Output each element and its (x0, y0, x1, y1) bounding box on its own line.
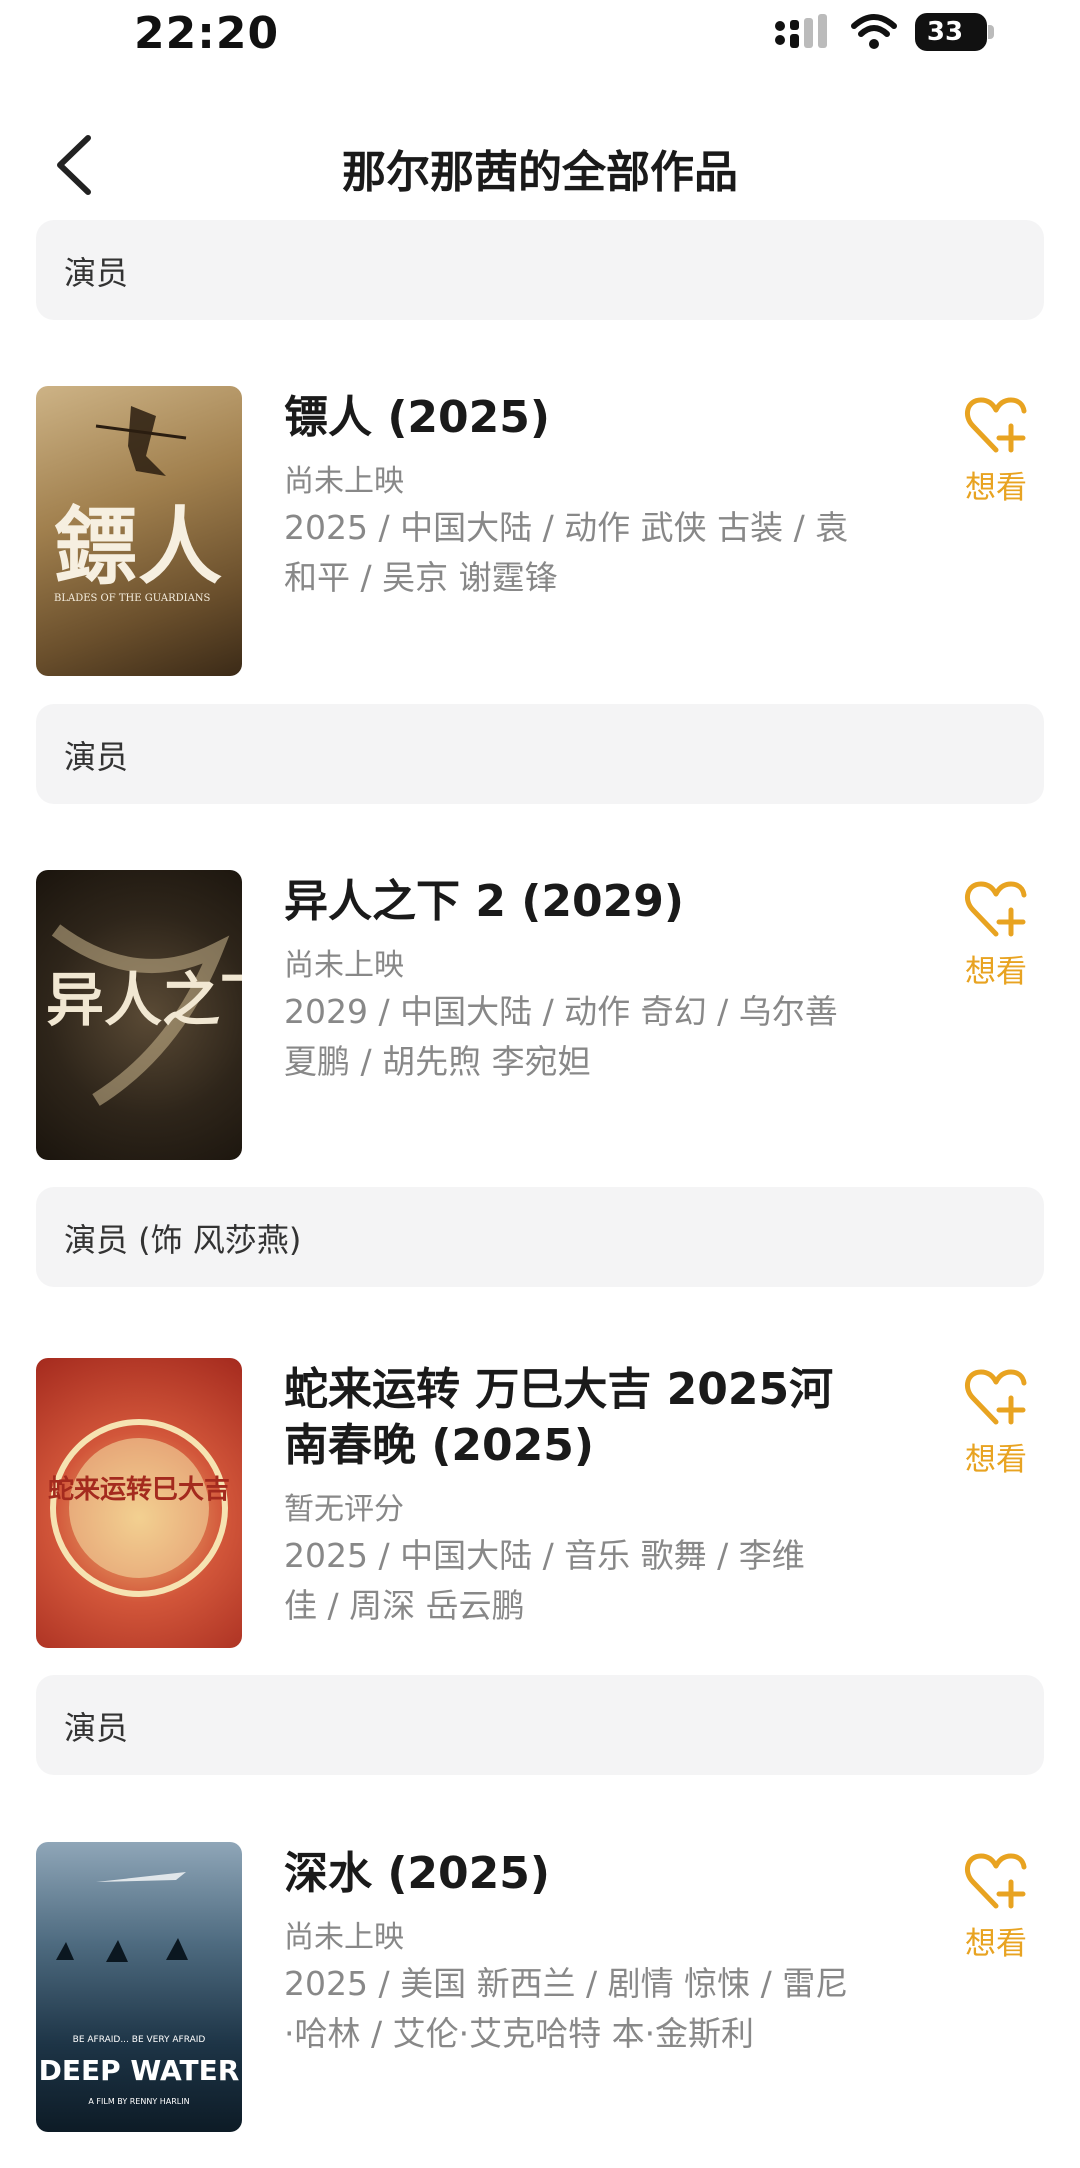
movie-title[interactable]: 镖人 (2025) (284, 390, 864, 446)
movie-title-line: 南春晚 (2025) (284, 1420, 594, 1471)
battery-icon: 33 (915, 13, 987, 51)
cellular-signal-icon (775, 14, 827, 48)
poster-art: BE AFRAID... BE VERY AFRAID DEEP WATER A… (39, 1872, 240, 2106)
want-to-watch-button[interactable]: 想看 (956, 1850, 1036, 1963)
movie-meta: 2025 / 中国大陆 / 音乐 歌舞 / 李维 佳 / 周深 岳云鹏 (284, 1531, 884, 1631)
movie-meta: 2029 / 中国大陆 / 动作 奇幻 / 乌尔善 夏鹏 / 胡先煦 李宛妲 (284, 987, 884, 1087)
role-bar: 演员 (36, 220, 1044, 320)
want-label: 想看 (965, 1926, 1027, 1962)
want-label: 想看 (965, 954, 1027, 990)
poster-deep-water[interactable]: BE AFRAID... BE VERY AFRAID DEEP WATER A… (36, 1842, 242, 2132)
role-bar: 演员 (饰 风莎燕) (36, 1187, 1044, 1287)
battery-level: 33 (926, 17, 964, 47)
want-to-watch-button[interactable]: 想看 (956, 394, 1036, 507)
heart-plus-icon (964, 881, 1027, 937)
meta-line: 2025 / 中国大陆 / 动作 武侠 古装 / 袁 (284, 508, 849, 547)
page-title: 那尔那茜的全部作品 (342, 147, 738, 198)
role-label: 演员 (64, 738, 129, 776)
status-time: 22:20 (134, 8, 280, 59)
movie-item-biaoren[interactable]: 鏢人 BLADES OF THE GUARDIANS 镖人 (2025) 尚未上… (0, 386, 1080, 686)
poster-title: 异人之下 (46, 966, 242, 1034)
role-label: 演员 (64, 1709, 129, 1747)
poster-art: 蛇来运转巳大吉 (48, 1419, 230, 1597)
movie-status: 暂无评分 (284, 1492, 404, 1527)
movie-meta: 2025 / 中国大陆 / 动作 武侠 古装 / 袁 和平 / 吴京 谢霆锋 (284, 503, 884, 603)
battery-cap (988, 25, 994, 39)
meta-line: ·哈林 / 艾伦·艾克哈特 本·金斯利 (284, 2014, 755, 2053)
want-to-watch-button[interactable]: 想看 (956, 878, 1036, 991)
movie-status: 尚未上映 (284, 1920, 404, 1955)
want-label: 想看 (965, 470, 1027, 506)
movie-status: 尚未上映 (284, 948, 404, 983)
meta-line: 佳 / 周深 岳云鹏 (284, 1586, 525, 1625)
movie-title-line: 蛇来运转 万巳大吉 2025河 (284, 1364, 834, 1415)
want-to-watch-button[interactable]: 想看 (956, 1366, 1036, 1479)
poster-subtitle: BLADES OF THE GUARDIANS (54, 593, 211, 604)
poster-title: 鏢人 (54, 497, 222, 596)
meta-line: 和平 / 吴京 谢霆锋 (284, 558, 558, 597)
poster-title: 蛇来运转巳大吉 (48, 1474, 230, 1505)
movie-item-yirenzhixia[interactable]: 异人之下 异人之下 2 (2029) 尚未上映 2029 / 中国大陆 / 动作… (0, 870, 1080, 1170)
movie-title[interactable]: 蛇来运转 万巳大吉 2025河 南春晚 (2025) (284, 1362, 864, 1474)
heart-plus-icon (964, 1369, 1027, 1425)
poster-henan-gala[interactable]: 蛇来运转巳大吉 (36, 1358, 242, 1648)
nav-bar: 那尔那茜的全部作品 (0, 110, 1080, 220)
poster-tagline: BE AFRAID... BE VERY AFRAID (73, 2035, 206, 2045)
poster-credit: A FILM BY RENNY HARLIN (88, 2097, 189, 2106)
role-bar: 演员 (36, 1675, 1044, 1775)
role-label: 演员 (64, 254, 129, 292)
poster-title: DEEP WATER (39, 2054, 240, 2087)
meta-line: 2029 / 中国大陆 / 动作 奇幻 / 乌尔善 (284, 992, 838, 1031)
poster-yirenzhixia[interactable]: 异人之下 (36, 870, 242, 1160)
movie-meta: 2025 / 美国 新西兰 / 剧情 惊悚 / 雷尼 ·哈林 / 艾伦·艾克哈特… (284, 1959, 884, 2059)
role-label: 演员 (饰 风莎燕) (64, 1221, 302, 1259)
movie-item-henan-gala[interactable]: 蛇来运转巳大吉 蛇来运转 万巳大吉 2025河 南春晚 (2025) 暂无评分 … (0, 1358, 1080, 1658)
movie-title[interactable]: 异人之下 2 (2029) (284, 874, 864, 930)
wifi-icon (851, 14, 897, 49)
movie-item-deep-water[interactable]: BE AFRAID... BE VERY AFRAID DEEP WATER A… (0, 1842, 1080, 2142)
status-bar: 22:20 33 (0, 0, 1080, 70)
poster-art: 鏢人 BLADES OF THE GUARDIANS (54, 406, 222, 604)
movie-title[interactable]: 深水 (2025) (284, 1846, 864, 1902)
heart-plus-icon (964, 1853, 1027, 1909)
meta-line: 2025 / 美国 新西兰 / 剧情 惊悚 / 雷尼 (284, 1964, 849, 2003)
movie-status: 尚未上映 (284, 464, 404, 499)
poster-art: 异人之下 (46, 924, 242, 1106)
want-label: 想看 (965, 1442, 1027, 1478)
heart-plus-icon (964, 397, 1027, 453)
meta-line: 2025 / 中国大陆 / 音乐 歌舞 / 李维 (284, 1536, 805, 1575)
role-bar: 演员 (36, 704, 1044, 804)
meta-line: 夏鹏 / 胡先煦 李宛妲 (284, 1042, 591, 1081)
poster-biaoren[interactable]: 鏢人 BLADES OF THE GUARDIANS (36, 386, 242, 676)
